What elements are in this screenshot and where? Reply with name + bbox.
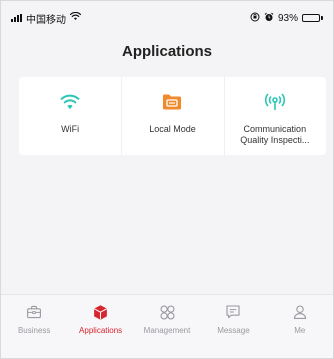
nav-label: Business <box>17 326 51 335</box>
rotation-lock-icon <box>250 12 260 25</box>
nav-business[interactable]: Business <box>1 295 67 358</box>
wifi-status-icon <box>69 11 82 24</box>
app-screen: 中国移动 93% Applications WiFi Local Mode Co… <box>0 0 334 359</box>
carrier-name: 中国移动 <box>26 14 66 26</box>
nav-me[interactable]: Me <box>267 295 333 358</box>
nav-label: Message <box>217 326 250 335</box>
briefcase-icon <box>24 302 44 322</box>
battery-icon <box>302 14 323 22</box>
app-label: WiFi <box>61 124 80 134</box>
status-right: 93% <box>250 12 323 25</box>
nav-label: Management <box>143 326 191 335</box>
clover-icon <box>157 302 177 322</box>
message-icon <box>223 302 243 322</box>
cellular-signal-icon <box>11 14 22 22</box>
battery-percent: 93% <box>277 12 298 24</box>
app-label: Communication Quality Inspecti... <box>240 124 310 145</box>
bottom-nav: Business Applications Management Message… <box>1 294 333 358</box>
wifi-icon <box>58 90 82 114</box>
cube-icon <box>91 302 111 322</box>
app-label: Local Mode <box>149 124 196 134</box>
status-left: 中国移动 <box>11 11 82 26</box>
nav-label: Applications <box>79 326 123 335</box>
nav-applications[interactable]: Applications <box>67 295 133 358</box>
status-bar: 中国移动 93% <box>1 1 333 35</box>
applications-grid: WiFi Local Mode Communication Quality In… <box>19 77 326 155</box>
nav-management[interactable]: Management <box>134 295 200 358</box>
app-tile-local-mode[interactable]: Local Mode <box>121 77 223 155</box>
nav-message[interactable]: Message <box>200 295 266 358</box>
nav-label: Me <box>294 326 306 335</box>
page-title: Applications <box>121 43 212 60</box>
person-icon <box>290 302 310 322</box>
signal-antenna-icon <box>263 90 287 114</box>
folder-icon <box>160 90 184 114</box>
alarm-clock-icon <box>264 12 274 25</box>
app-tile-wifi[interactable]: WiFi <box>19 77 121 155</box>
app-tile-communication-quality[interactable]: Communication Quality Inspecti... <box>223 77 326 155</box>
